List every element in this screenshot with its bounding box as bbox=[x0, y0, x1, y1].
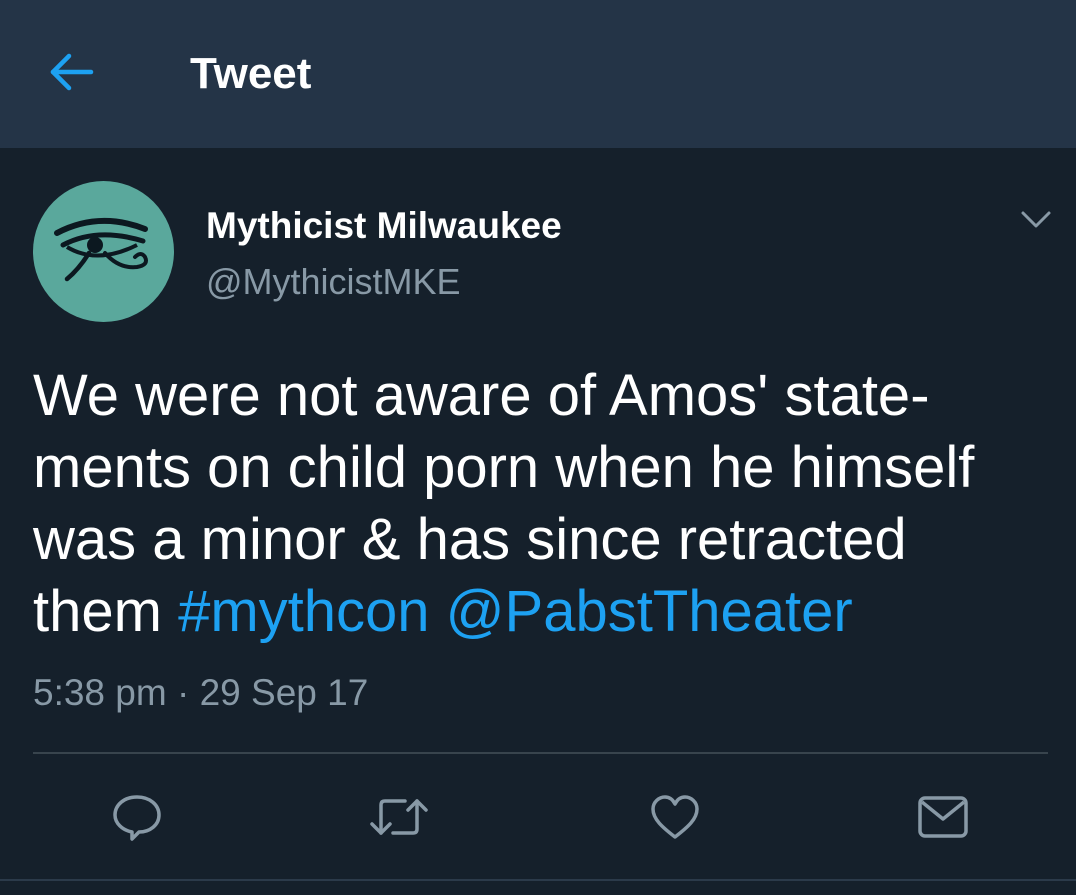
mail-icon bbox=[916, 794, 970, 845]
like-button[interactable] bbox=[640, 784, 710, 854]
eye-of-horus-icon bbox=[49, 209, 159, 294]
share-button[interactable] bbox=[908, 784, 978, 854]
separator-dot: · bbox=[176, 672, 190, 713]
tweet-time: 5:38 pm bbox=[33, 672, 167, 713]
retweet-button[interactable] bbox=[364, 784, 434, 854]
top-bar: Tweet bbox=[0, 0, 1076, 148]
tweet-text-line: We were not aware of Amos' state- bbox=[33, 363, 930, 428]
page-title: Tweet bbox=[190, 49, 312, 98]
chevron-down-icon bbox=[1020, 210, 1052, 235]
tweet-date: 29 Sep 17 bbox=[199, 672, 369, 713]
heart-icon bbox=[648, 792, 702, 847]
tweet-text-line: ments on child porn when he himself bbox=[33, 435, 975, 500]
divider bbox=[0, 879, 1076, 881]
tweet-text-line: them #mythcon @PabstTheater bbox=[33, 576, 1043, 648]
tweet-timestamp: 5:38 pm · 29 Sep 17 bbox=[33, 670, 368, 716]
reply-icon bbox=[110, 791, 164, 848]
tweet-text-segment: them bbox=[33, 579, 179, 644]
tweet-menu-button[interactable] bbox=[1012, 202, 1060, 242]
retweet-icon bbox=[367, 793, 431, 846]
avatar[interactable] bbox=[33, 181, 174, 322]
tweet-card: Mythicist Milwaukee @MythicistMKE We wer… bbox=[0, 148, 1076, 895]
reply-button[interactable] bbox=[102, 784, 172, 854]
hashtag-link[interactable]: #mythcon bbox=[178, 579, 429, 644]
author-handle[interactable]: @MythicistMKE bbox=[206, 260, 461, 304]
mention-link[interactable]: @PabstTheater bbox=[446, 579, 853, 644]
tweet-text: We were not aware of Amos' state- ments … bbox=[33, 360, 1043, 648]
arrow-left-icon bbox=[47, 52, 97, 97]
back-button[interactable] bbox=[40, 46, 104, 102]
divider bbox=[33, 752, 1048, 754]
tweet-text-line: was a minor & has since retracted bbox=[33, 507, 907, 572]
author-name[interactable]: Mythicist Milwaukee bbox=[206, 204, 562, 248]
